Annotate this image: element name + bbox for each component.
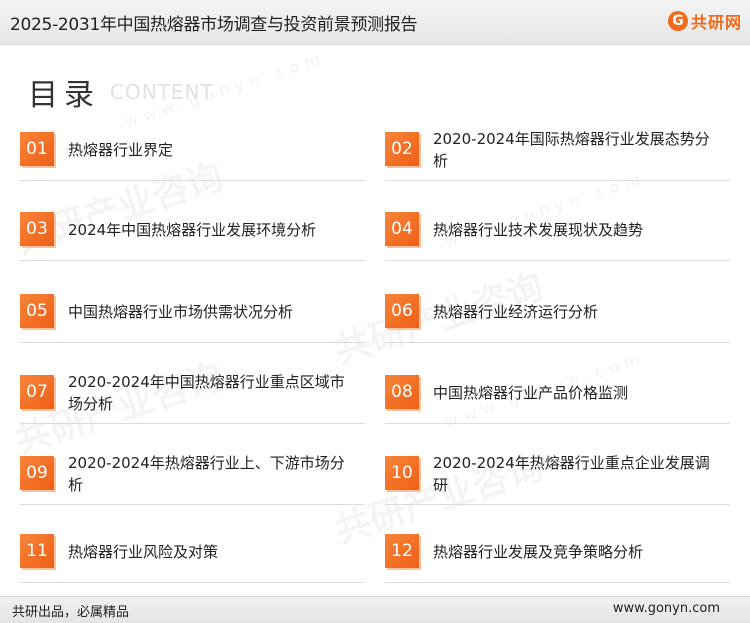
- toc-label: 中国热熔器行业市场供需状况分析: [68, 303, 294, 321]
- toc-label: 热熔器行业技术发展现状及趋势: [433, 221, 644, 239]
- toc-number: 08: [385, 375, 419, 409]
- gonyn-logo-icon: G: [667, 11, 688, 31]
- toc-number: 06: [385, 294, 419, 328]
- toc-label: 热熔器行业经济运行分析: [433, 303, 599, 321]
- toc-item[interactable]: 02 2020-2024年国际热熔器行业发展态势分析: [385, 120, 730, 181]
- toc-number: 07: [20, 375, 54, 409]
- toc-label: 热熔器行业界定: [68, 141, 174, 159]
- contents-subtitle: CONTENT: [110, 80, 214, 104]
- toc-item[interactable]: 05 中国热熔器行业市场供需状况分析: [20, 282, 365, 343]
- toc-label: 2020-2024年热熔器行业上、下游市场分析: [68, 454, 345, 494]
- toc-label: 2020-2024年中国热熔器行业重点区域市场分析: [68, 373, 345, 413]
- toc-label: 2024年中国热熔器行业发展环境分析: [68, 221, 317, 239]
- toc-number: 10: [385, 456, 419, 490]
- toc-label: 2020-2024年热熔器行业重点企业发展调研: [433, 454, 710, 494]
- brand-logo[interactable]: G 共研网: [667, 9, 742, 33]
- toc-item[interactable]: 12 热熔器行业发展及竞争策略分析: [385, 522, 730, 583]
- header-bar: 2025-2031年中国热熔器市场调查与投资前景预测报告 G 共研网: [0, 0, 750, 45]
- toc-number: 02: [385, 132, 419, 166]
- footer-slogan: 共研出品，必属精品: [12, 605, 130, 620]
- contents-heading: 目录 CONTENT: [28, 70, 213, 113]
- toc-number: 05: [20, 294, 54, 328]
- toc-item[interactable]: 07 2020-2024年中国热熔器行业重点区域市场分析: [20, 363, 365, 424]
- toc-label: 热熔器行业风险及对策: [68, 543, 219, 561]
- toc-number: 12: [385, 534, 419, 568]
- toc-label: 2020-2024年国际热熔器行业发展态势分析: [433, 130, 710, 170]
- toc-label: 中国热熔器行业产品价格监测: [433, 384, 629, 402]
- toc-number: 03: [20, 212, 54, 246]
- toc-item[interactable]: 04 热熔器行业技术发展现状及趋势: [385, 200, 730, 261]
- toc-number: 01: [20, 132, 54, 166]
- toc-label: 热熔器行业发展及竞争策略分析: [433, 543, 644, 561]
- toc-item[interactable]: 06 热熔器行业经济运行分析: [385, 282, 730, 343]
- contents-title: 目录: [28, 78, 100, 113]
- footer-bar: 共研出品，必属精品 www.gonyn.com: [0, 596, 750, 623]
- toc-item[interactable]: 08 中国热熔器行业产品价格监测: [385, 363, 730, 424]
- toc-item[interactable]: 09 2020-2024年热熔器行业上、下游市场分析: [20, 444, 365, 505]
- toc-number: 04: [385, 212, 419, 246]
- toc-number: 09: [20, 456, 54, 490]
- toc-item[interactable]: 01 热熔器行业界定: [20, 120, 365, 181]
- toc-item[interactable]: 10 2020-2024年热熔器行业重点企业发展调研: [385, 444, 730, 505]
- toc-item[interactable]: 11 热熔器行业风险及对策: [20, 522, 365, 583]
- toc-number: 11: [20, 534, 54, 568]
- brand-name: 共研网: [690, 13, 742, 32]
- report-title: 2025-2031年中国热熔器市场调查与投资前景预测报告: [10, 15, 418, 35]
- footer-site-link[interactable]: www.gonyn.com: [613, 601, 720, 616]
- toc-item[interactable]: 03 2024年中国热熔器行业发展环境分析: [20, 200, 365, 261]
